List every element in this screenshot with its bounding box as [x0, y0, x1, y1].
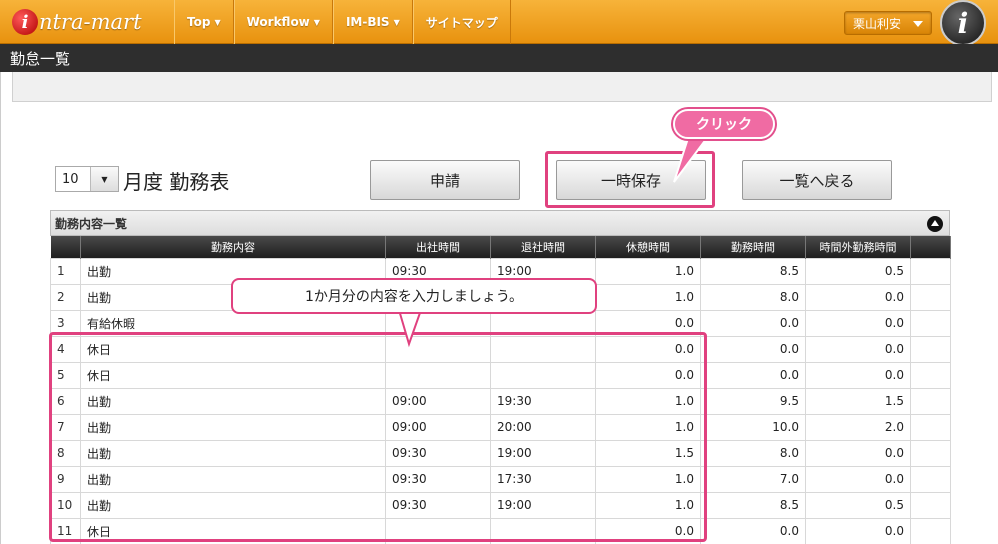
cell-work-hours[interactable]: 0.0 — [700, 361, 806, 389]
note-bubble-pointer — [397, 308, 423, 348]
row-spacer — [910, 309, 951, 337]
click-callout: クリック — [673, 109, 775, 139]
cell-work-hours[interactable]: 7.0 — [700, 465, 806, 493]
month-value: 10 — [62, 171, 79, 187]
cell-work-hours[interactable]: 8.0 — [700, 439, 806, 467]
toolbar-area — [12, 72, 992, 102]
cell-overtime-hours[interactable]: 1.5 — [805, 387, 911, 415]
note-callout: 1か月分の内容を入力しましょう。 — [231, 278, 597, 314]
cell-overtime-hours[interactable]: 0.0 — [805, 335, 911, 363]
nav-item-label: サイトマップ — [425, 15, 498, 30]
page-title: 勤怠一覧 — [10, 49, 71, 68]
cell-break-hours[interactable]: 1.0 — [595, 283, 701, 311]
back-to-list-button[interactable]: 一覧へ戻る — [742, 160, 892, 200]
row-index: 2 — [50, 283, 81, 311]
cell-work-hours[interactable]: 8.5 — [700, 491, 806, 519]
panel-title: 勤務内容一覧 — [55, 216, 128, 231]
cell-break-hours[interactable]: 1.0 — [595, 257, 701, 285]
cell-work-hours[interactable]: 9.5 — [700, 387, 806, 415]
cell-work-hours[interactable]: 0.0 — [700, 517, 806, 544]
main-menu: Top ▼ Workflow ▼ IM-BIS ▼ サイトマップ — [174, 0, 511, 44]
user-name: 栗山利安 — [853, 16, 902, 31]
cell-overtime-hours[interactable]: 0.0 — [805, 517, 911, 544]
apply-button[interactable]: 申請 — [370, 160, 520, 200]
nav-item-im-bis[interactable]: IM-BIS ▼ — [332, 0, 413, 44]
row-spacer — [910, 257, 951, 285]
cell-overtime-hours[interactable]: 0.0 — [805, 309, 911, 337]
user-menu-select[interactable]: 栗山利安 — [844, 11, 932, 35]
work-list-panel-header: 勤務内容一覧 — [50, 210, 950, 236]
table-header-row: 勤務内容 出社時間 退社時間 休憩時間 勤務時間 時間外勤務時間 — [50, 236, 951, 258]
logo-mark-icon: i — [12, 9, 38, 35]
cell-work-hours[interactable]: 0.0 — [700, 309, 806, 337]
logo-text: ntra-mart — [39, 10, 142, 34]
row-spacer — [910, 491, 951, 519]
row-spacer — [910, 465, 951, 493]
collapse-up-icon[interactable] — [927, 216, 943, 232]
chevron-down-icon[interactable]: ▼ — [90, 167, 118, 191]
column-header-spacer — [910, 236, 951, 258]
intra-mart-logo[interactable]: i ntra-mart — [12, 6, 162, 38]
column-header-index — [50, 236, 81, 258]
nav-item-sitemap[interactable]: サイトマップ — [412, 0, 511, 44]
cell-work-hours[interactable]: 0.0 — [700, 335, 806, 363]
row-spacer — [910, 413, 951, 441]
cell-overtime-hours[interactable]: 2.0 — [805, 413, 911, 441]
cell-overtime-hours[interactable]: 0.0 — [805, 439, 911, 467]
dropdown-arrow-icon — [913, 21, 923, 27]
cell-overtime-hours[interactable]: 0.5 — [805, 491, 911, 519]
row-spacer — [910, 439, 951, 467]
row-spacer — [910, 335, 951, 363]
nav-item-workflow[interactable]: Workflow ▼ — [233, 0, 333, 44]
month-select[interactable]: 10 ▼ — [55, 166, 119, 192]
cell-overtime-hours[interactable]: 0.0 — [805, 361, 911, 389]
row-spacer — [910, 517, 951, 544]
cell-overtime-hours[interactable]: 0.0 — [805, 283, 911, 311]
chevron-down-icon: ▼ — [393, 17, 400, 27]
cell-overtime-hours[interactable]: 0.0 — [805, 465, 911, 493]
column-header-overtime[interactable]: 時間外勤務時間 — [805, 236, 911, 258]
top-nav-bar: i ntra-mart Top ▼ Workflow ▼ IM-BIS ▼ サイ… — [0, 0, 998, 46]
column-header-break[interactable]: 休憩時間 — [595, 236, 701, 258]
cell-overtime-hours[interactable]: 0.5 — [805, 257, 911, 285]
nav-item-label: IM-BIS — [345, 15, 390, 29]
cell-work-hours[interactable]: 8.5 — [700, 257, 806, 285]
row-spacer — [910, 387, 951, 415]
chevron-down-icon: ▼ — [313, 17, 320, 27]
page-title-bar: 勤怠一覧 — [0, 44, 998, 72]
nav-item-top[interactable]: Top ▼ — [174, 0, 234, 44]
row-spacer — [910, 283, 951, 311]
cell-work-hours[interactable]: 10.0 — [700, 413, 806, 441]
left-border — [0, 72, 1, 544]
row-index: 1 — [50, 257, 81, 285]
nav-item-label: Workflow — [246, 15, 310, 29]
chevron-down-icon: ▼ — [214, 17, 221, 27]
month-label: 月度 勤務表 — [123, 170, 230, 194]
column-header-end-time[interactable]: 退社時間 — [490, 236, 596, 258]
highlight-input-rows — [49, 332, 707, 542]
column-header-work-hours[interactable]: 勤務時間 — [700, 236, 806, 258]
info-icon[interactable]: i — [940, 0, 986, 46]
cell-work-hours[interactable]: 8.0 — [700, 283, 806, 311]
row-spacer — [910, 361, 951, 389]
column-header-start-time[interactable]: 出社時間 — [385, 236, 491, 258]
column-header-content[interactable]: 勤務内容 — [80, 236, 386, 258]
nav-item-label: Top — [187, 15, 211, 29]
